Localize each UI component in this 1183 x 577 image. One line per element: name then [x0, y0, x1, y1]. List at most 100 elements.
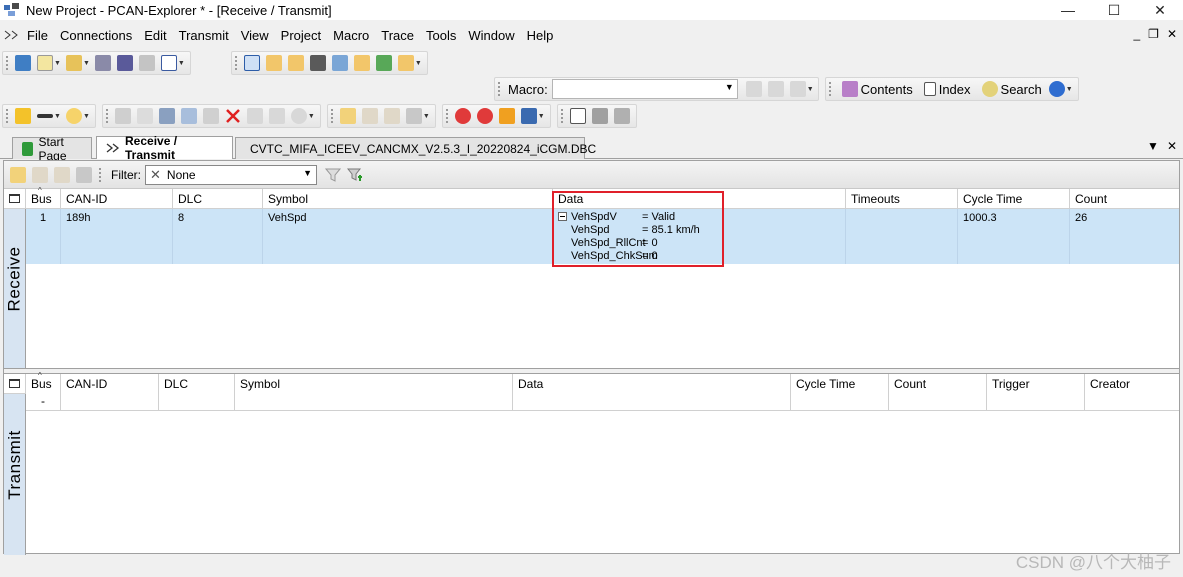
macro-view-icon[interactable]: [309, 55, 326, 71]
save-icon[interactable]: [94, 55, 111, 71]
record-icon[interactable]: [454, 108, 471, 124]
check-icon[interactable]: [114, 108, 131, 124]
cut-icon[interactable]: [158, 108, 175, 124]
help-search-button[interactable]: Search: [979, 81, 1042, 97]
tab-list-dropdown-icon[interactable]: ▼: [1147, 139, 1159, 153]
mdi-restore-button[interactable]: ❐: [1148, 27, 1159, 41]
trace-view-icon[interactable]: [331, 55, 348, 71]
find-icon[interactable]: [290, 108, 307, 124]
menu-macro[interactable]: Macro: [327, 28, 375, 43]
toolbar-options-icon[interactable]: ▼: [178, 60, 185, 67]
toolbar-options-icon[interactable]: ▼: [415, 60, 422, 67]
menu-tools[interactable]: Tools: [420, 28, 462, 43]
tab-dbc-file[interactable]: CVTC_MIFA_ICEEV_CANCMX_V2.5.3_I_20220824…: [235, 137, 596, 159]
edit-filter-icon[interactable]: [32, 166, 48, 183]
chevron-down-icon[interactable]: ▼: [303, 168, 312, 178]
properties-icon[interactable]: [160, 55, 177, 71]
help-index-button[interactable]: Index: [921, 82, 971, 97]
symbols-view-icon[interactable]: [287, 55, 304, 71]
toolbar-options-icon[interactable]: ▼: [423, 113, 430, 120]
run-macro-icon[interactable]: [745, 81, 762, 97]
mdi-close-button[interactable]: ✕: [1167, 27, 1177, 41]
menu-file[interactable]: File: [21, 28, 54, 43]
info-icon[interactable]: [1048, 81, 1065, 97]
menu-transmit[interactable]: Transmit: [173, 28, 235, 43]
toolbar-grip[interactable]: [560, 109, 564, 123]
col-cycle-time[interactable]: Cycle Time: [791, 374, 889, 410]
cancel-edit-icon[interactable]: [136, 108, 153, 124]
project-view-icon[interactable]: [265, 55, 282, 71]
menu-edit[interactable]: Edit: [138, 28, 172, 43]
dropdown-arrow-icon[interactable]: ▼: [54, 113, 61, 120]
col-count[interactable]: Count: [889, 374, 987, 410]
send-message-icon[interactable]: [405, 108, 422, 124]
tab-start-page[interactable]: Start Page: [12, 135, 92, 163]
stop-macro-icon[interactable]: [789, 81, 806, 97]
toolbar-grip[interactable]: [828, 82, 832, 96]
col-trigger[interactable]: Trigger: [987, 374, 1085, 410]
chart-settings-icon[interactable]: [591, 108, 608, 124]
dropdown-arrow-icon[interactable]: ▼: [54, 60, 61, 67]
help-contents-button[interactable]: Contents: [839, 81, 913, 97]
col-timeouts[interactable]: Timeouts: [846, 189, 958, 208]
plotter-view-icon[interactable]: [375, 55, 392, 71]
col-count[interactable]: Count: [1070, 189, 1179, 208]
message-properties-icon[interactable]: [361, 108, 378, 124]
child-window-icon[interactable]: [4, 29, 18, 41]
toolbar-grip[interactable]: [105, 109, 109, 123]
chart-table-icon[interactable]: [613, 108, 630, 124]
col-can-id[interactable]: CAN-ID: [61, 374, 159, 410]
toolbar-grip[interactable]: [6, 109, 9, 123]
macro-select[interactable]: ▼: [551, 79, 738, 99]
undo-icon[interactable]: [246, 108, 263, 124]
copy-icon[interactable]: [180, 108, 197, 124]
apply-filter-icon[interactable]: [76, 166, 92, 183]
column-chooser-icon[interactable]: [4, 374, 26, 394]
close-tab-icon[interactable]: ✕: [1167, 139, 1177, 153]
toolbar-options-icon[interactable]: ▼: [1066, 86, 1073, 93]
new-message-icon[interactable]: [339, 108, 356, 124]
new-project-icon[interactable]: [15, 55, 31, 71]
redo-icon[interactable]: [268, 108, 285, 124]
col-creator[interactable]: Creator: [1085, 374, 1179, 410]
minimize-button[interactable]: —: [1045, 0, 1091, 20]
delete-icon[interactable]: [225, 108, 241, 124]
toolbar-options-icon[interactable]: ▼: [83, 113, 90, 120]
trace-window-icon[interactable]: [520, 108, 537, 124]
col-data[interactable]: Data: [513, 374, 791, 410]
filter-edit-icon[interactable]: [324, 167, 342, 183]
toolbar-grip[interactable]: [6, 56, 9, 70]
print-icon[interactable]: [138, 55, 155, 71]
receive-transmit-view-icon[interactable]: [243, 55, 260, 71]
new-file-icon[interactable]: [37, 55, 53, 71]
message-copy-icon[interactable]: [383, 108, 400, 124]
menu-connections[interactable]: Connections: [54, 28, 138, 43]
mdi-minimize-button[interactable]: _: [1133, 27, 1140, 41]
menu-help[interactable]: Help: [521, 28, 560, 43]
close-button[interactable]: ✕: [1137, 0, 1183, 20]
col-dlc[interactable]: DLC: [159, 374, 235, 410]
add-filter-icon[interactable]: [10, 166, 26, 183]
connect-icon[interactable]: [15, 108, 31, 124]
menu-window[interactable]: Window: [462, 28, 520, 43]
save-all-icon[interactable]: [116, 55, 133, 71]
clock-icon[interactable]: [65, 108, 82, 124]
menu-project[interactable]: Project: [275, 28, 327, 43]
tab-receive-transmit[interactable]: Receive / Transmit: [96, 134, 233, 162]
panel-view-icon[interactable]: [397, 55, 414, 71]
toolbar-grip[interactable]: [445, 109, 449, 123]
column-chooser-icon[interactable]: [4, 189, 26, 209]
menu-view[interactable]: View: [235, 28, 275, 43]
menu-trace[interactable]: Trace: [375, 28, 420, 43]
filter-select[interactable]: ✕ None ▼: [145, 164, 317, 185]
toolbar-options-icon[interactable]: ▼: [538, 113, 545, 120]
run-macro-step-icon[interactable]: [767, 81, 784, 97]
open-icon[interactable]: [65, 55, 82, 71]
chevron-down-icon[interactable]: ▼: [725, 82, 734, 92]
toolbar-options-icon[interactable]: ▼: [807, 86, 814, 93]
dropdown-arrow-icon[interactable]: ▼: [83, 60, 90, 67]
col-can-id[interactable]: CAN-ID: [61, 189, 173, 208]
toolbar-grip[interactable]: [330, 109, 334, 123]
disconnect-icon[interactable]: [37, 114, 53, 118]
pause-icon[interactable]: [498, 108, 515, 124]
